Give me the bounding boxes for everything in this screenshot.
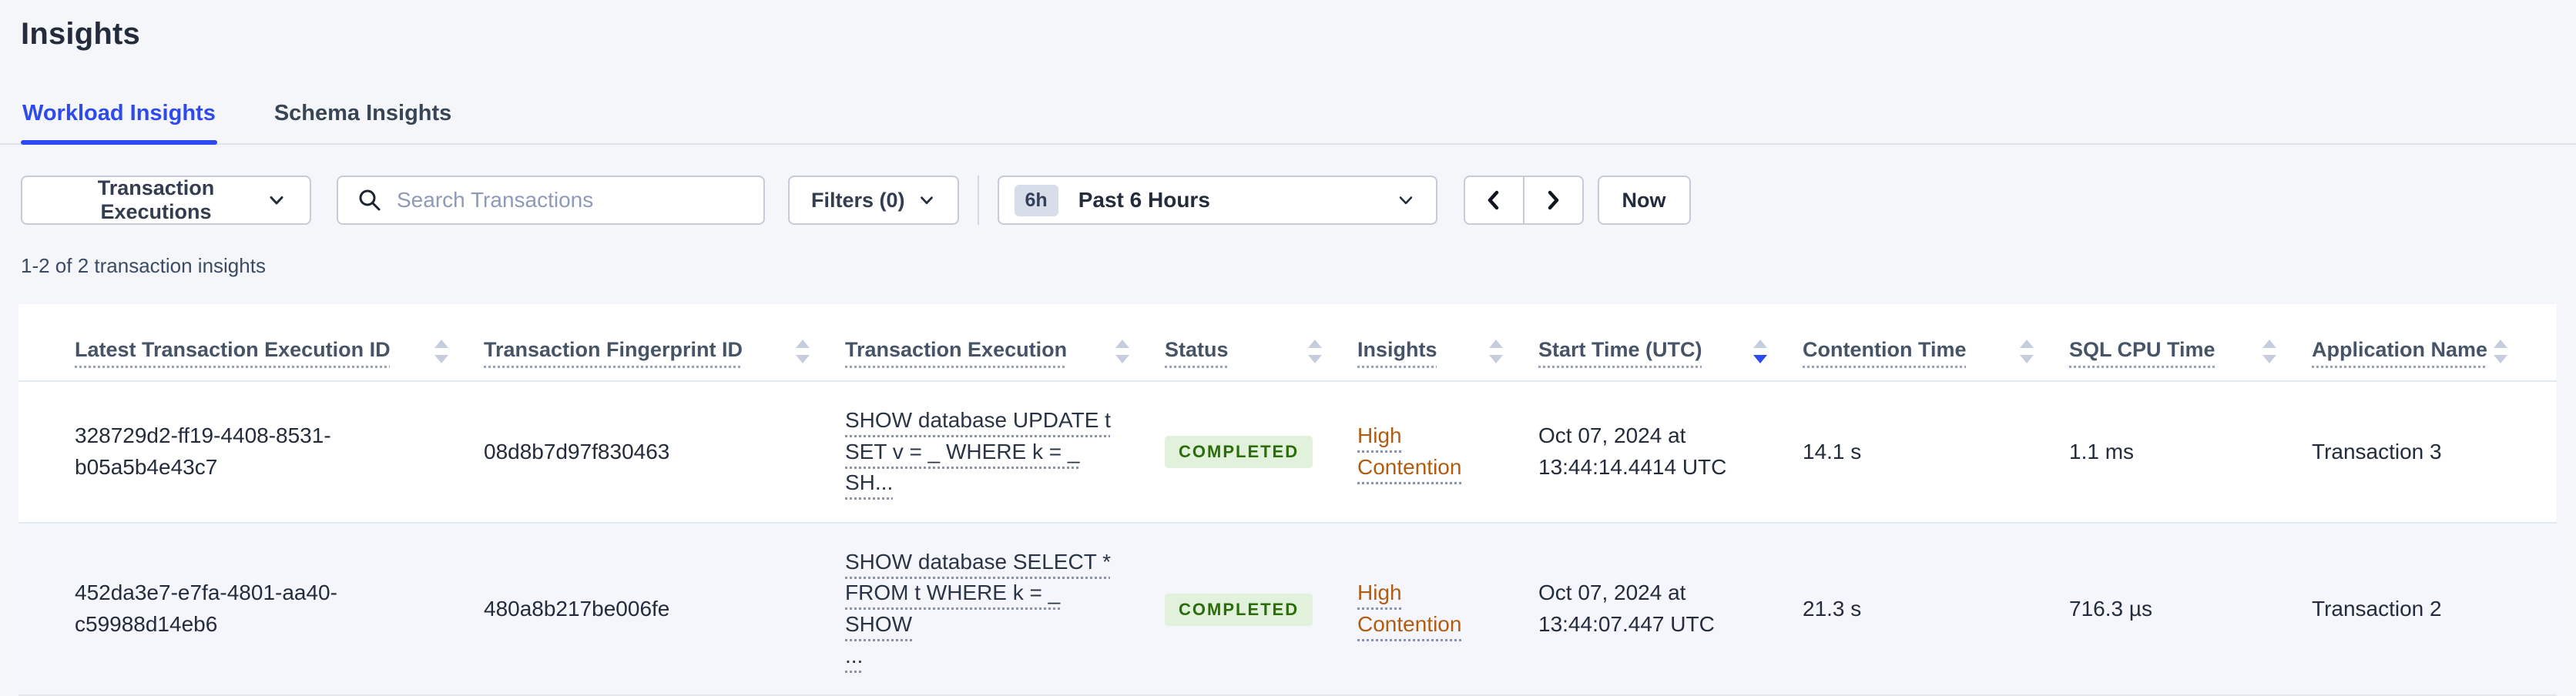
cell-transaction-execution: SHOW database SELECT * FROM t WHERE k = _… [845, 524, 1165, 694]
cell-start-time: Oct 07, 2024 at 13:44:07.447 UTC [1538, 554, 1803, 663]
cell-latest-transaction-execution-id: 328729d2-ff19-4408-8531-b05a5b4e43c7 [75, 423, 331, 479]
transaction-execution-link[interactable]: FROM t WHERE k = _ SHOW [845, 577, 1129, 640]
results-count: 1-2 of 2 transaction insights [21, 254, 266, 277]
time-range-picker[interactable]: 6h Past 6 Hours [997, 176, 1437, 225]
sort-arrows-icon [2020, 340, 2034, 363]
sort-arrows-icon [434, 340, 448, 363]
column-header-application-name[interactable]: Application Name [2312, 304, 2543, 380]
chevron-left-icon [1483, 188, 1504, 212]
start-time-text: 13:44:14.4414 UTC [1538, 454, 1727, 479]
column-header-insights[interactable]: Insights [1357, 304, 1538, 380]
transaction-execution-link[interactable]: SHOW database SELECT * [845, 547, 1129, 578]
status-badge: COMPLETED [1165, 593, 1313, 626]
now-button[interactable]: Now [1597, 176, 1691, 225]
table-row: 452da3e7-e7fa-4801-aa40-c59988d14eb6 480a… [18, 523, 2557, 696]
sort-arrows-icon [1489, 340, 1503, 363]
column-header-transaction-execution[interactable]: Transaction Execution [845, 304, 1165, 380]
column-header-sql-cpu-time[interactable]: SQL CPU Time [2069, 304, 2312, 380]
insights-page: Insights Workload Insights Schema Insigh… [0, 0, 2576, 696]
sort-arrows-icon [2494, 340, 2507, 363]
sort-arrows-icon [796, 340, 810, 363]
cell-transaction-execution: SHOW database UPDATE t SET v = _ WHERE k … [845, 382, 1165, 522]
filters-button[interactable]: Filters (0) [788, 176, 959, 225]
chevron-down-icon [917, 191, 936, 209]
toolbar: Transaction Executions Filters (0) 6h Pa… [21, 176, 2555, 225]
column-header-label: SQL CPU Time [2069, 338, 2215, 361]
page-title: Insights [21, 17, 140, 51]
insight-link[interactable]: High Contention [1357, 581, 1461, 636]
start-time-text: Oct 07, 2024 at [1538, 423, 1686, 448]
status-badge: COMPLETED [1165, 436, 1313, 469]
column-header-label: Start Time (UTC) [1538, 338, 1702, 361]
time-range-badge: 6h [1014, 184, 1058, 216]
cell-insights: High Contention [1357, 554, 1538, 663]
execution-type-dropdown[interactable]: Transaction Executions [21, 176, 311, 225]
chevron-down-icon [267, 190, 287, 210]
column-header-latest-transaction-execution-id[interactable]: Latest Transaction Execution ID [75, 304, 484, 380]
search-input[interactable] [397, 188, 745, 212]
sort-arrows-icon [1115, 340, 1129, 363]
transaction-execution-link[interactable]: SET v = _ WHERE k = _ SH... [845, 437, 1129, 499]
toolbar-divider [977, 176, 979, 225]
tabs-bar: Workload Insights Schema Insights [0, 90, 2576, 145]
column-header-label: Status [1165, 338, 1229, 361]
column-header-label: Insights [1357, 338, 1437, 361]
cell-sql-cpu-time: 716.3 µs [2069, 596, 2152, 621]
column-header-contention-time[interactable]: Contention Time [1803, 304, 2069, 380]
tab-workload-insights[interactable]: Workload Insights [21, 90, 217, 145]
cell-start-time: Oct 07, 2024 at 13:44:14.4414 UTC [1538, 397, 1803, 506]
chevron-right-icon [1542, 188, 1564, 212]
time-range-label: Past 6 Hours [1078, 188, 1210, 212]
transaction-execution-link[interactable]: ... [845, 641, 1129, 672]
cell-contention-time: 14.1 s [1803, 439, 1862, 463]
next-time-range-button[interactable] [1523, 176, 1584, 225]
column-header-start-time-utc[interactable]: Start Time (UTC) [1538, 304, 1803, 380]
cell-contention-time: 21.3 s [1803, 596, 1862, 621]
cell-insights: High Contention [1357, 397, 1538, 506]
sort-arrows-icon [2262, 340, 2276, 363]
start-time-text: 13:44:07.447 UTC [1538, 612, 1715, 637]
column-header-label: Application Name [2312, 338, 2488, 361]
cell-status: COMPLETED [1165, 570, 1357, 649]
prev-time-range-button[interactable] [1463, 176, 1524, 225]
table-header-row: Latest Transaction Execution ID Transacti… [18, 304, 2557, 383]
cell-transaction-fingerprint-id: 480a8b217be006fe [484, 596, 670, 621]
column-header-label: Latest Transaction Execution ID [75, 338, 391, 361]
tab-schema-insights[interactable]: Schema Insights [273, 90, 453, 143]
cell-latest-transaction-execution-id: 452da3e7-e7fa-4801-aa40-c59988d14eb6 [75, 581, 337, 637]
cell-transaction-fingerprint-id: 08d8b7d97f830463 [484, 439, 670, 463]
chevron-down-icon [1396, 190, 1416, 210]
column-header-label: Transaction Execution [845, 338, 1068, 361]
insight-link[interactable]: High Contention [1357, 423, 1461, 479]
start-time-text: Oct 07, 2024 at [1538, 581, 1686, 605]
transaction-execution-link[interactable]: SHOW database UPDATE t [845, 405, 1129, 437]
column-header-label: Transaction Fingerprint ID [484, 338, 743, 361]
column-header-status[interactable]: Status [1165, 304, 1357, 380]
cell-application-name: Transaction 2 [2312, 596, 2442, 621]
search-icon [357, 187, 383, 213]
cell-application-name: Transaction 3 [2312, 439, 2442, 463]
column-header-label: Contention Time [1803, 338, 1967, 361]
insights-table: Latest Transaction Execution ID Transacti… [18, 304, 2557, 696]
table-body: 328729d2-ff19-4408-8531-b05a5b4e43c7 08d8… [18, 382, 2557, 696]
search-box[interactable] [337, 176, 765, 225]
table-row: 328729d2-ff19-4408-8531-b05a5b4e43c7 08d8… [18, 382, 2557, 524]
sort-arrows-icon [1308, 340, 1322, 363]
cell-status: COMPLETED [1165, 412, 1357, 491]
cell-sql-cpu-time: 1.1 ms [2069, 439, 2135, 463]
time-range-pager [1463, 176, 1584, 225]
filters-label: Filters (0) [811, 188, 905, 212]
sort-arrows-icon [1753, 340, 1767, 363]
column-header-transaction-fingerprint-id[interactable]: Transaction Fingerprint ID [484, 304, 845, 380]
execution-type-label: Transaction Executions [97, 176, 215, 223]
